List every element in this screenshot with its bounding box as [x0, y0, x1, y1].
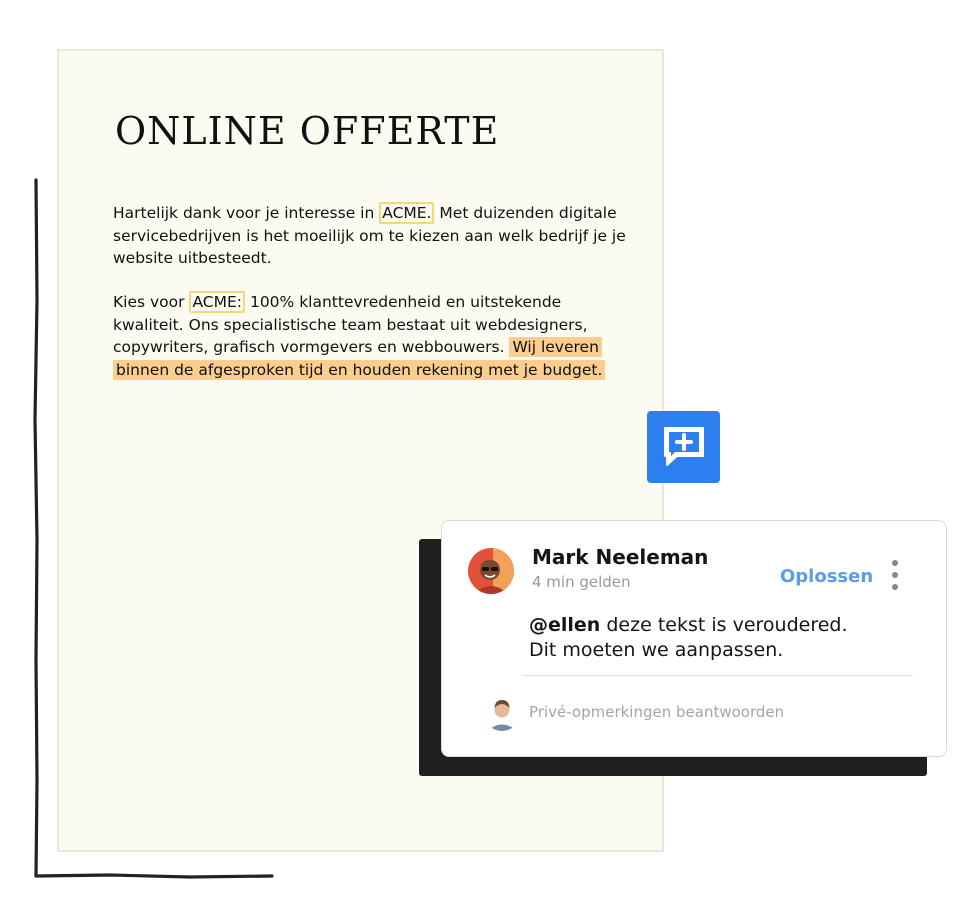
add-comment-button[interactable] — [647, 411, 720, 483]
document-title: ONLINE OFFERTE — [115, 109, 500, 153]
current-user-avatar — [483, 693, 521, 731]
comment-text: @ellen deze tekst is veroudered. Dit moet… — [529, 613, 919, 663]
comment-text-line: deze tekst is veroudered. — [606, 614, 848, 636]
comment-author: Mark Neeleman — [532, 545, 709, 569]
resolve-button[interactable]: Oplossen — [780, 566, 873, 587]
brand-tag[interactable]: ACME. — [379, 202, 435, 224]
document-paragraph-1: Hartelijk dank voor je interesse in ACME… — [113, 202, 633, 270]
brand-tag[interactable]: ACME: — [189, 291, 246, 313]
user-mention[interactable]: @ellen — [529, 614, 600, 636]
document-paragraph-2: Kies voor ACME: 100% klanttevredenheid e… — [113, 291, 633, 381]
author-avatar — [468, 548, 514, 594]
comment-card: Mark Neeleman 4 min gelden Oplossen @ell… — [441, 520, 947, 757]
comment-timestamp: 4 min gelden — [532, 573, 631, 591]
comment-text-line: Dit moeten we aanpassen. — [529, 639, 784, 661]
paragraph-text: Kies voor — [113, 293, 185, 311]
more-options-icon[interactable] — [886, 560, 904, 590]
divider — [523, 675, 913, 676]
reply-input[interactable] — [529, 699, 889, 725]
paragraph-text: Hartelijk dank voor je interesse in — [113, 204, 375, 222]
add-comment-icon — [663, 427, 704, 466]
